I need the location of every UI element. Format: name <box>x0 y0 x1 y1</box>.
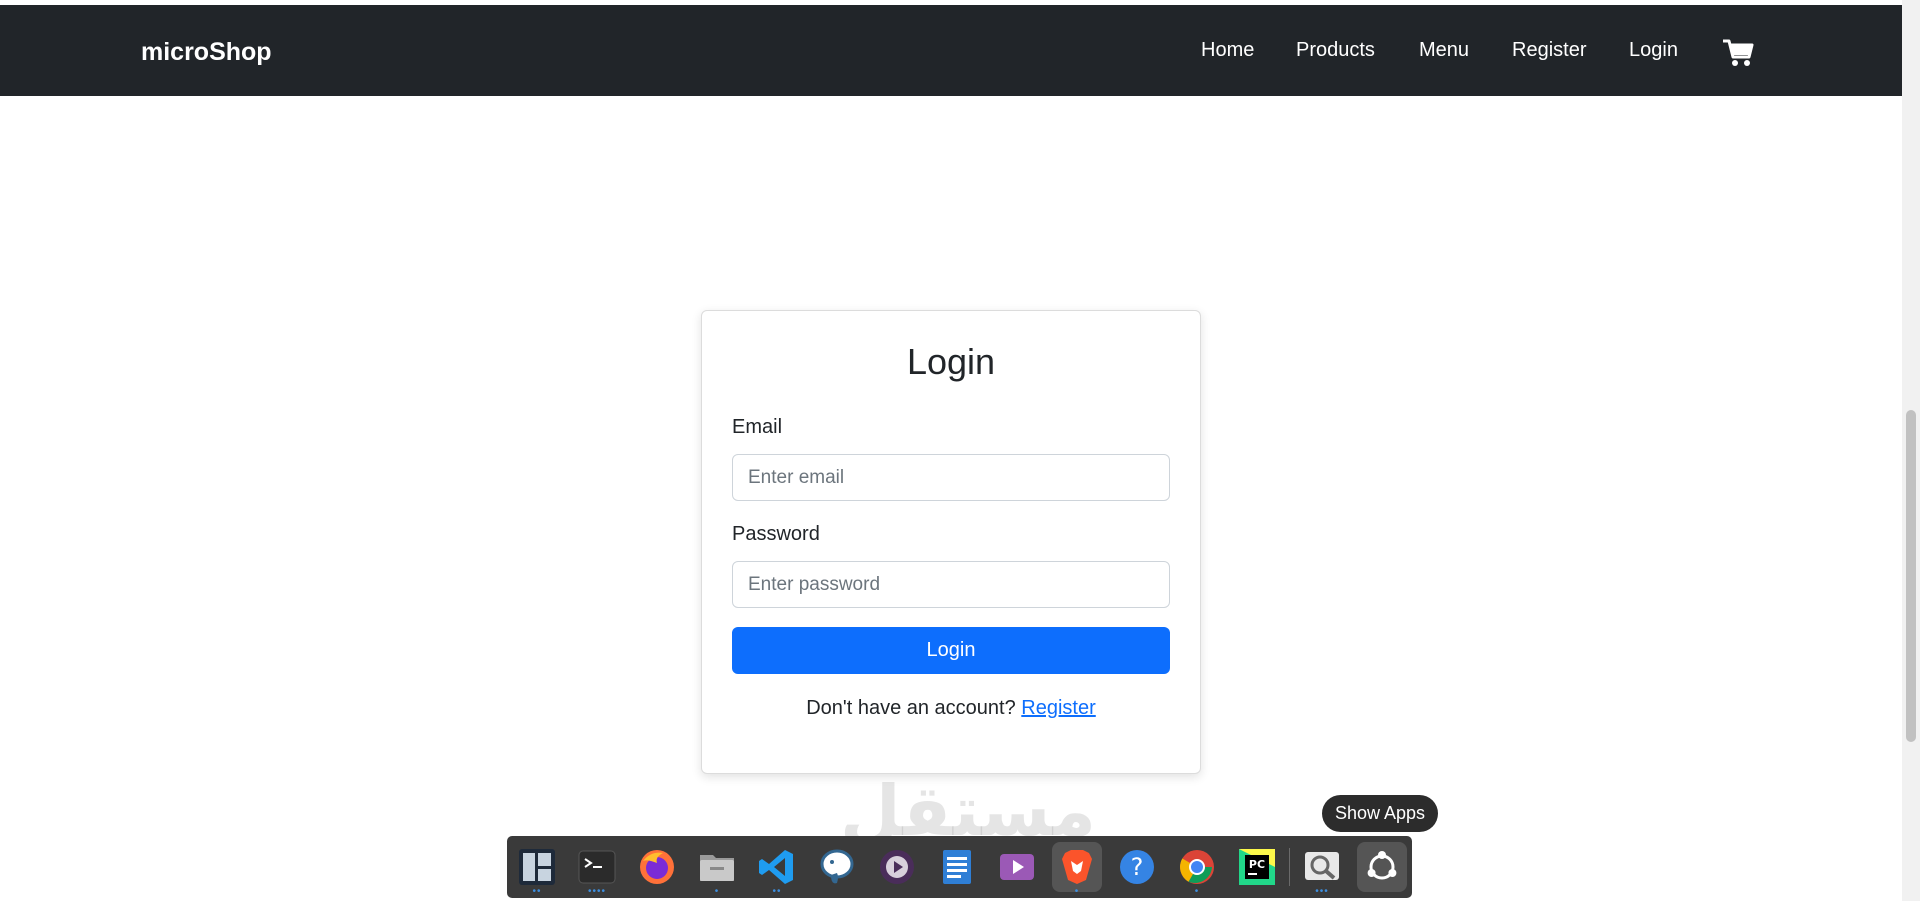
brand-logo[interactable]: microShop <box>141 38 272 67</box>
firefox-icon[interactable] <box>632 842 682 892</box>
register-link[interactable]: Register <box>1021 697 1095 719</box>
pycharm-icon[interactable]: PC <box>1232 842 1282 892</box>
brave-icon[interactable]: • <box>1052 842 1102 897</box>
video-icon[interactable] <box>992 842 1042 892</box>
password-label: Password <box>732 523 820 545</box>
dock-running-indicator: •• <box>532 886 542 897</box>
chrome-icon[interactable]: • <box>1172 842 1222 897</box>
register-prompt-row: Don't have an account? Register <box>702 697 1200 720</box>
svg-text:?: ? <box>1131 853 1144 881</box>
nav-home[interactable]: Home <box>1201 39 1254 62</box>
email-label: Email <box>732 416 783 438</box>
navbar: microShop Home Products Menu Register Lo… <box>0 5 1902 96</box>
dock-running-indicator: ••• <box>1315 886 1329 897</box>
scrollbar-thumb[interactable] <box>1906 410 1916 742</box>
vscode-icon[interactable]: •• <box>752 842 802 897</box>
login-card: Login Email Password Login Don't have an… <box>701 310 1201 774</box>
email-field[interactable] <box>732 454 1170 501</box>
nav-menu[interactable]: Menu <box>1419 39 1469 62</box>
dock-separator <box>1289 848 1290 886</box>
media-player-icon[interactable] <box>872 842 922 892</box>
nav-login[interactable]: Login <box>1629 39 1678 62</box>
dock-running-indicator: •• <box>772 886 782 897</box>
nav-register[interactable]: Register <box>1512 39 1586 62</box>
dock-running-indicator: • <box>714 886 720 897</box>
page-scrollbar[interactable] <box>1902 0 1920 901</box>
postgresql-icon[interactable] <box>812 842 862 892</box>
password-field[interactable] <box>732 561 1170 608</box>
terminal-icon[interactable]: •••• <box>572 842 622 897</box>
dock-running-indicator: • <box>1194 886 1200 897</box>
login-button[interactable]: Login <box>732 627 1170 674</box>
dock: •• •••• • •• • ? • PC ••• <box>507 836 1412 898</box>
files-icon[interactable]: • <box>692 842 742 897</box>
nav-products[interactable]: Products <box>1296 39 1375 62</box>
window-manager-icon[interactable]: •• <box>512 842 562 897</box>
svg-text:PC: PC <box>1249 858 1265 871</box>
login-title: Login <box>906 341 996 382</box>
image-viewer-icon[interactable]: ••• <box>1297 842 1347 897</box>
dock-running-indicator: • <box>1074 886 1080 897</box>
text-editor-icon[interactable] <box>932 842 982 892</box>
cart-icon[interactable] <box>1722 38 1754 68</box>
show-apps-icon[interactable] <box>1357 842 1407 892</box>
show-apps-tooltip: Show Apps <box>1322 795 1439 832</box>
register-prompt-text: Don't have an account? <box>806 697 1016 719</box>
dock-running-indicator: •••• <box>587 886 606 897</box>
help-icon[interactable]: ? <box>1112 842 1162 892</box>
